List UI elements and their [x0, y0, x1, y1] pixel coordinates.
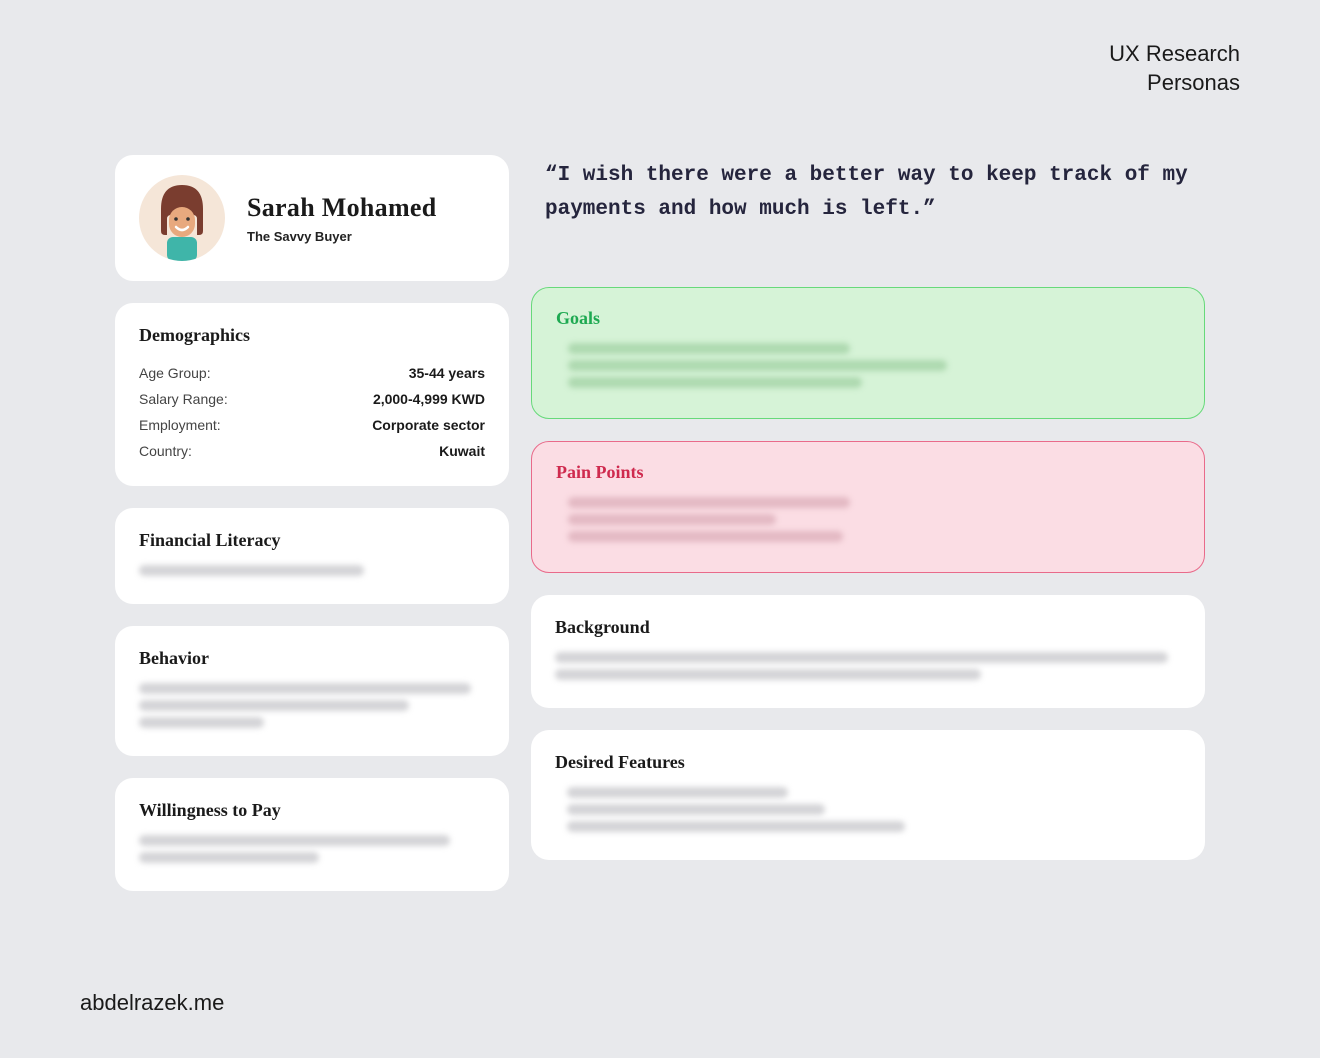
- demo-value: Corporate sector: [372, 417, 485, 433]
- pain-points-title: Pain Points: [556, 462, 1180, 483]
- persona-card: Sarah Mohamed The Savvy Buyer: [115, 155, 509, 281]
- blurred-content: [567, 787, 788, 798]
- persona-name: Sarah Mohamed: [247, 193, 437, 223]
- demo-label: Employment:: [139, 417, 221, 433]
- demographics-card: Demographics Age Group: 35-44 years Sala…: [115, 303, 509, 486]
- willingness-card: Willingness to Pay: [115, 778, 509, 891]
- left-column: Sarah Mohamed The Savvy Buyer Demographi…: [115, 155, 509, 891]
- goals-card: Goals: [531, 287, 1205, 419]
- avatar-icon: [139, 175, 225, 261]
- demo-label: Age Group:: [139, 365, 211, 381]
- blurred-content: [139, 565, 364, 576]
- desired-features-title: Desired Features: [555, 752, 1181, 773]
- pain-content: [556, 497, 1180, 542]
- demo-value: 2,000-4,999 KWD: [373, 391, 485, 407]
- main-container: Sarah Mohamed The Savvy Buyer Demographi…: [115, 155, 1205, 891]
- persona-quote: “I wish there were a better way to keep …: [531, 155, 1205, 265]
- persona-info: Sarah Mohamed The Savvy Buyer: [247, 193, 437, 244]
- goals-title: Goals: [556, 308, 1180, 329]
- blurred-content: [139, 683, 471, 694]
- background-card: Background: [531, 595, 1205, 708]
- blurred-content: [139, 852, 319, 863]
- blurred-content: [555, 652, 1168, 663]
- persona-role: The Savvy Buyer: [247, 229, 437, 244]
- behavior-card: Behavior: [115, 626, 509, 756]
- demo-label: Country:: [139, 443, 192, 459]
- header-line-2: Personas: [1109, 69, 1240, 98]
- footer-credit: abdelrazek.me: [80, 990, 224, 1016]
- blurred-content: [568, 514, 776, 525]
- blurred-content: [567, 821, 905, 832]
- blurred-content: [568, 531, 843, 542]
- demo-row: Country: Kuwait: [139, 438, 485, 464]
- blurred-content: [139, 717, 264, 728]
- pain-points-card: Pain Points: [531, 441, 1205, 573]
- demographics-title: Demographics: [139, 325, 485, 346]
- header-line-1: UX Research: [1109, 40, 1240, 69]
- demo-row: Employment: Corporate sector: [139, 412, 485, 438]
- willingness-title: Willingness to Pay: [139, 800, 485, 821]
- features-content: [555, 787, 1181, 832]
- demo-row: Salary Range: 2,000-4,999 KWD: [139, 386, 485, 412]
- blurred-content: [567, 804, 825, 815]
- demographics-rows: Age Group: 35-44 years Salary Range: 2,0…: [139, 360, 485, 464]
- demo-value: Kuwait: [439, 443, 485, 459]
- blurred-content: [568, 377, 862, 388]
- demo-label: Salary Range:: [139, 391, 228, 407]
- right-column: “I wish there were a better way to keep …: [531, 155, 1205, 891]
- blurred-content: [568, 360, 947, 371]
- avatar: [139, 175, 225, 261]
- demo-value: 35-44 years: [409, 365, 485, 381]
- financial-literacy-card: Financial Literacy: [115, 508, 509, 604]
- goals-content: [556, 343, 1180, 388]
- blurred-content: [568, 343, 850, 354]
- blurred-content: [555, 669, 981, 680]
- blurred-content: [139, 835, 450, 846]
- behavior-title: Behavior: [139, 648, 485, 669]
- desired-features-card: Desired Features: [531, 730, 1205, 860]
- blurred-content: [568, 497, 850, 508]
- page-header: UX Research Personas: [1109, 40, 1240, 97]
- blurred-content: [139, 700, 409, 711]
- financial-literacy-title: Financial Literacy: [139, 530, 485, 551]
- demo-row: Age Group: 35-44 years: [139, 360, 485, 386]
- background-title: Background: [555, 617, 1181, 638]
